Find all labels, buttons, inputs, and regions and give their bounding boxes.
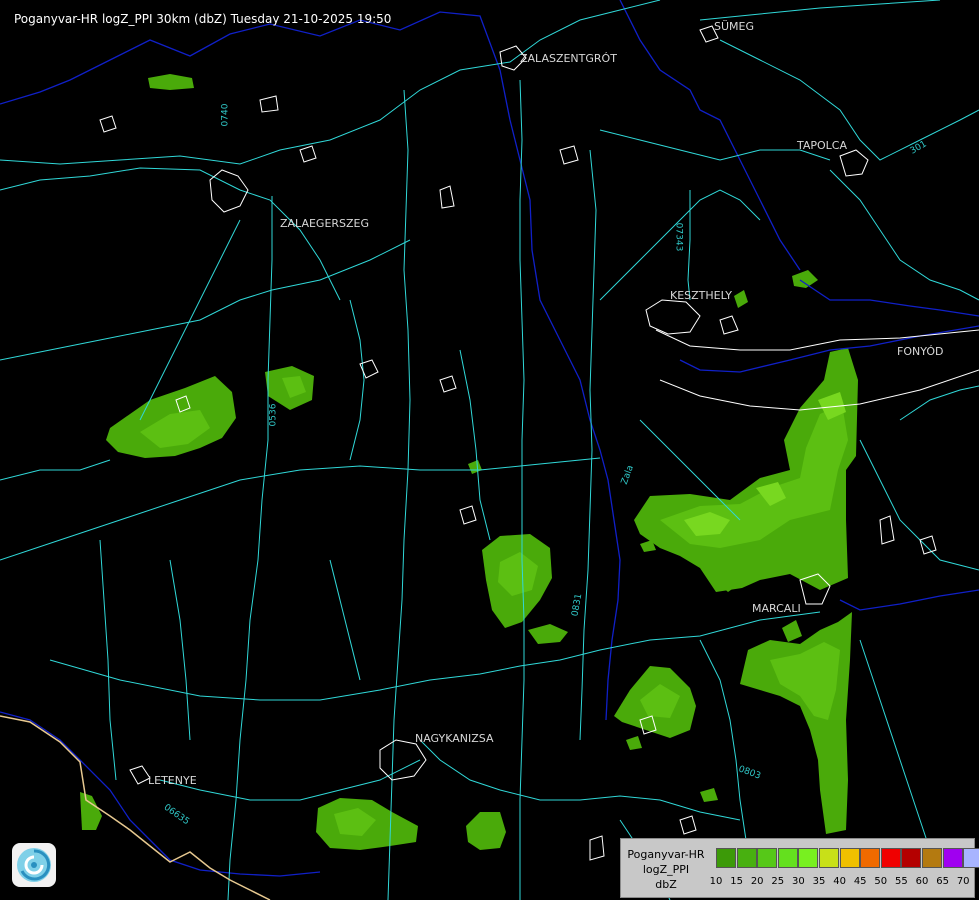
map-title: Poganyvar-HR logZ_PPI 30km (dbZ) Tuesday… [14,12,392,26]
legend-swatch-25 [777,848,798,868]
road [329,559,361,681]
settlement [645,299,701,335]
settlement [459,505,477,525]
legend-title: Poganyvar-HR logZ_PPI dbZ [623,847,709,892]
settlement [299,145,317,163]
settlement [99,115,117,133]
river-branch [799,279,979,317]
legend-title-line: logZ_PPI [642,863,690,876]
road [169,559,191,741]
radar-echo [468,460,482,474]
city-label-tapolca: TAPOLCA [797,139,848,152]
settlement [879,515,895,545]
road-label-0740: 0740 [220,103,231,127]
road [599,129,831,161]
road [699,639,747,841]
road [49,611,821,701]
settlement [679,815,697,835]
settlement [439,375,457,393]
legend-swatch-65 [942,848,963,868]
road [0,459,111,481]
radar-echo [700,788,718,802]
legend-swatch-15 [736,848,757,868]
logo-icon [12,843,56,887]
road [349,299,365,461]
road [419,739,741,821]
radar-echo [792,270,818,288]
river-branch [839,589,979,611]
radar-map-canvas[interactable] [0,0,979,900]
road [699,0,941,21]
road-label-0536: 0536 [268,403,279,427]
road [859,439,979,571]
settlement [839,149,869,177]
legend-swatch-20 [757,848,778,868]
legend-tick-70: 70 [956,876,970,887]
radar-echo [80,792,102,830]
legend-swatch-40 [839,848,860,868]
radar-echo [782,620,802,642]
city-label-keszthely: KESZTHELY [670,289,733,302]
legend-swatch-35 [819,848,839,868]
settlement [589,835,605,861]
road [0,239,411,361]
radar-echo [734,290,748,308]
road [519,79,525,900]
settlement [719,315,739,335]
legend-swatch-45 [860,848,881,868]
city-label-zalaszentgrot: ZALASZENTGRÓT [520,52,617,65]
road [227,196,273,900]
road [719,39,979,161]
radar-echo [528,624,568,644]
road [459,349,491,541]
legend-title-line: Poganyvar-HR [627,848,705,861]
radar-echo [740,612,852,834]
legend-swatch-10 [716,848,736,868]
city-label-nagykanizsa: NAGYKANIZSA [415,732,494,745]
legend-swatch-70 [963,848,979,868]
road [159,759,421,801]
road [0,167,341,301]
city-label-sumeg: SÜMEG [714,20,754,33]
settlement [129,765,151,785]
road [829,169,979,301]
road-label-07343: 07343 [673,222,684,252]
road [899,385,979,421]
radar-map-view: Poganyvar-HR logZ_PPI 30km (dbZ) Tuesday… [0,0,979,900]
settlement [259,95,279,113]
legend-title-line: dbZ [655,878,677,891]
city-label-letenye: LETENYE [148,774,197,787]
city-label-marcali: MARCALI [752,602,801,615]
reflectivity-legend: Poganyvar-HR logZ_PPI dbZ 10 15 20 25 30 35 40… [620,838,979,898]
legend-swatch-30 [798,848,819,868]
legend-swatch-50 [880,848,901,868]
settlement [919,535,937,555]
road [99,539,117,781]
city-label-fonyod: FONYÓD [897,345,944,358]
settlement [559,145,579,165]
legend-swatch-55 [901,848,922,868]
city-label-zalaegerszeg: ZALAEGERSZEG [280,217,370,230]
road [687,190,691,301]
settlement [439,185,455,209]
radar-echo [148,74,194,90]
radar-echo [466,812,506,850]
radar-echo [626,736,642,750]
legend-swatch-60 [922,848,942,868]
